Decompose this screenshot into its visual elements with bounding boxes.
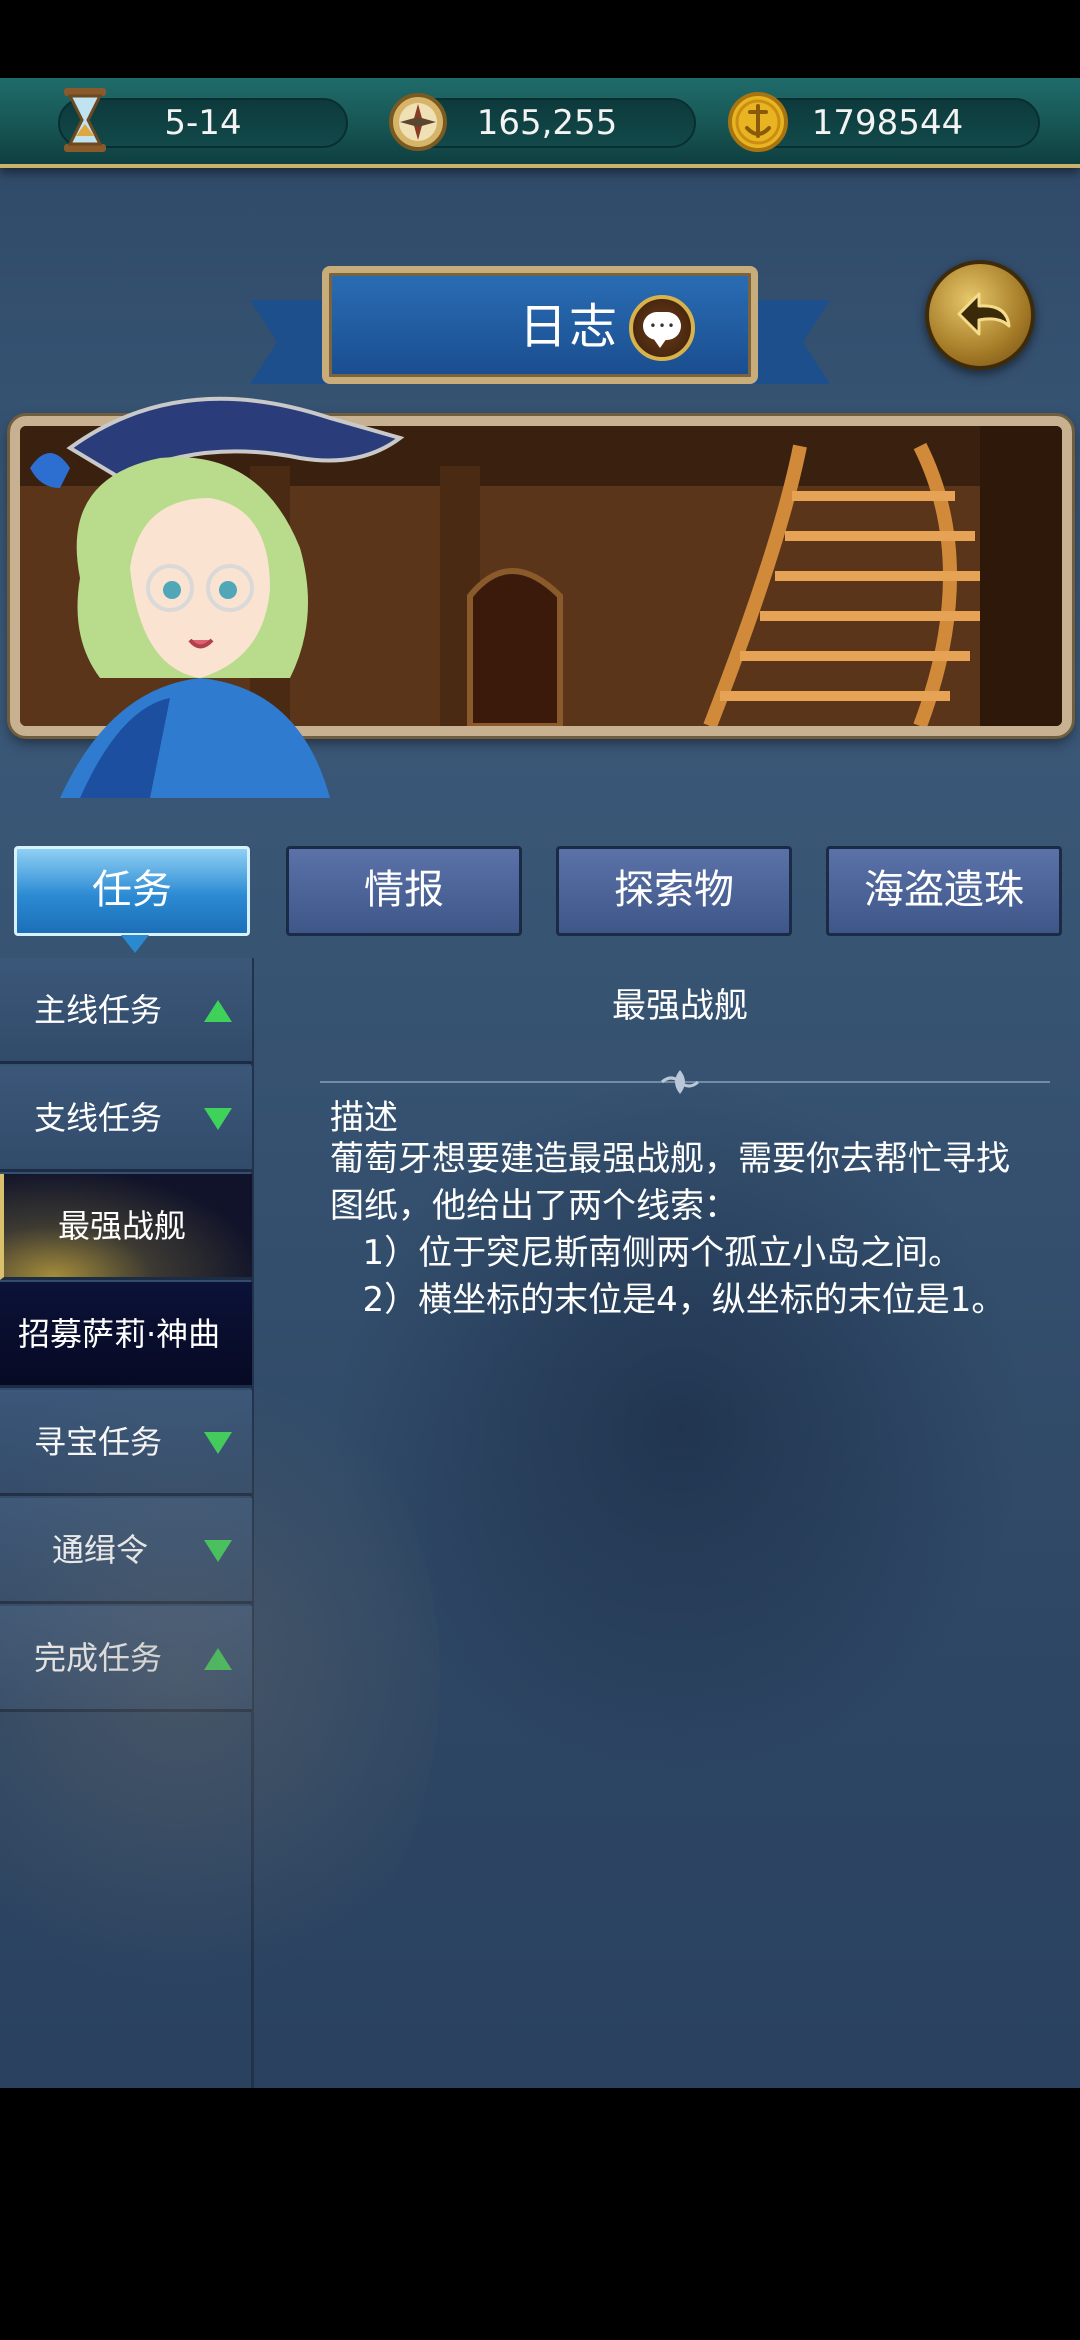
tab-intel[interactable]: 情报: [286, 846, 522, 936]
task-sidebar: 主线任务 支线任务 最强战舰 招募萨莉·神曲 寻宝任务 通缉令 完成任务: [0, 958, 254, 2088]
sidebar-item-label: 支线任务: [34, 1099, 163, 1137]
quest-title: 最强战舰: [612, 986, 748, 1026]
game-screen: 5-14 165,255 1798544 日志 ••• 任务 情报 探索物 海盗…: [0, 78, 1080, 2088]
chat-dots: •••: [649, 319, 677, 333]
sidebar-item-label: 主线任务: [34, 991, 163, 1029]
tab-pirate-treasures[interactable]: 海盗遗珠: [826, 846, 1062, 936]
sidebar-item-label: 寻宝任务: [34, 1423, 163, 1461]
banner-plate: 日志 •••: [322, 266, 758, 384]
back-arrow-icon: [957, 292, 1011, 336]
ornament-divider: [320, 1070, 1050, 1094]
quest-description: 葡萄牙想要建造最强战舰，需要你去帮忙寻找图纸，他给出了两个线索： 1）位于突尼斯…: [330, 1139, 1010, 1320]
sidebar-item-recruit-sally[interactable]: 招募萨莉·神曲: [0, 1282, 252, 1388]
resource-bar: 5-14 165,255 1798544: [0, 78, 1080, 168]
back-button[interactable]: [925, 260, 1035, 370]
sidebar-item-wanted[interactable]: 通缉令: [0, 1498, 252, 1604]
sidebar-item-strongest-warship[interactable]: 最强战舰: [0, 1174, 252, 1280]
compass-icon: [389, 93, 447, 151]
chat-bubble-icon[interactable]: •••: [629, 295, 695, 361]
sidebar-item-label: 招募萨莉·神曲: [18, 1315, 221, 1353]
page-title: 日志: [518, 299, 619, 355]
sidebar-item-label: 通缉令: [52, 1531, 149, 1569]
hourglass-icon: [64, 88, 106, 152]
sidebar-item-completed[interactable]: 完成任务: [0, 1606, 252, 1712]
sidebar-item-side-quests[interactable]: 支线任务: [0, 1066, 252, 1172]
expand-down-arrow-icon: [204, 1540, 232, 1562]
sidebar-item-main-quests[interactable]: 主线任务: [0, 958, 252, 1064]
tab-tasks[interactable]: 任务: [14, 846, 250, 953]
sidebar-item-treasure-quests[interactable]: 寻宝任务: [0, 1390, 252, 1496]
description-label: 描述: [330, 1098, 398, 1138]
expand-up-arrow-icon: [204, 1000, 232, 1022]
gold-coin-icon: [728, 92, 788, 152]
expand-down-arrow-icon: [204, 1108, 232, 1130]
npc-portrait: [30, 396, 405, 798]
expand-down-arrow-icon: [204, 1432, 232, 1454]
sidebar-item-label: 最强战舰: [58, 1207, 187, 1245]
tab-explorables[interactable]: 探索物: [556, 846, 792, 936]
sidebar-item-label: 完成任务: [34, 1639, 163, 1677]
expand-up-arrow-icon: [204, 1648, 232, 1670]
